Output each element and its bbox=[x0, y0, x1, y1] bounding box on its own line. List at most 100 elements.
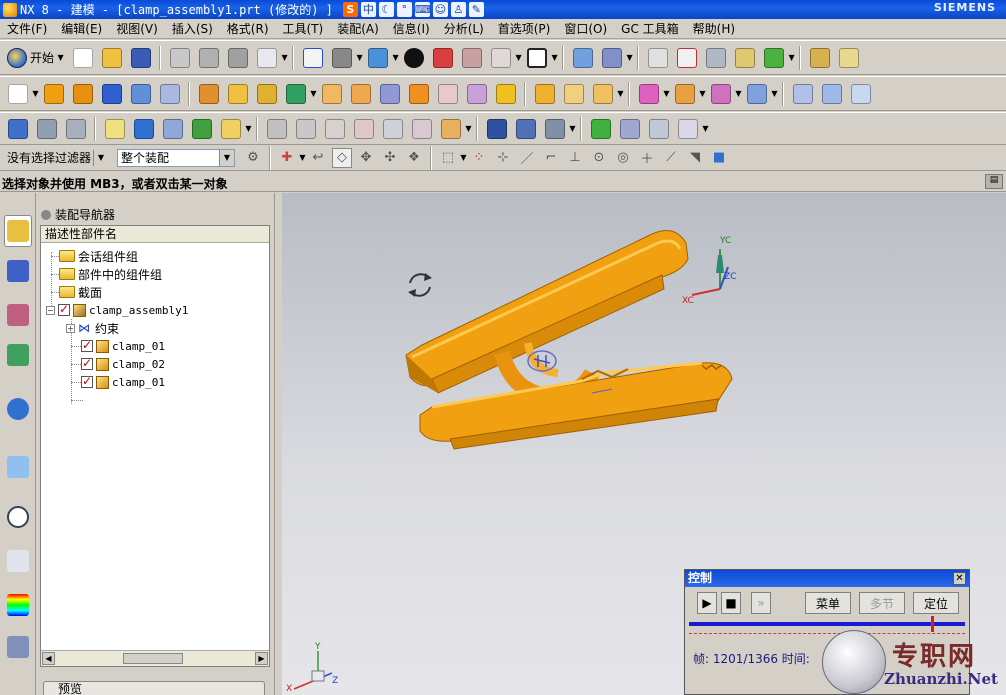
collapse-icon[interactable]: − bbox=[46, 305, 55, 315]
studio-surface-button[interactable] bbox=[847, 80, 874, 107]
pattern-button[interactable] bbox=[195, 80, 222, 107]
ruler-button[interactable] bbox=[806, 44, 833, 71]
face-select-icon[interactable]: ◇ bbox=[332, 147, 352, 168]
scroll-right-icon[interactable]: ▶ bbox=[255, 652, 268, 665]
tree-item-clamp-01-b[interactable]: clamp_01 bbox=[81, 373, 165, 391]
tree-item-clamp-01-a[interactable]: clamp_01 bbox=[81, 337, 165, 355]
surface-button[interactable] bbox=[789, 80, 816, 107]
cut-button[interactable] bbox=[166, 44, 193, 71]
ime-toolbar[interactable]: S 中 ☾ ° ⌨ ☺ ♙ ✎ bbox=[342, 2, 484, 17]
preview-section[interactable]: 预览 bbox=[43, 681, 265, 695]
menu-edit[interactable]: 编辑(E) bbox=[54, 20, 109, 37]
new-button[interactable] bbox=[69, 44, 96, 71]
render-style-button[interactable] bbox=[328, 44, 355, 71]
cue-menu-icon[interactable]: ▤ bbox=[985, 174, 1003, 189]
spring-button[interactable] bbox=[483, 115, 510, 142]
replace-component-button[interactable] bbox=[671, 80, 698, 107]
ime-user-icon[interactable]: ☺ bbox=[432, 2, 448, 17]
wcs-button[interactable] bbox=[673, 44, 700, 71]
resource-part-navigator[interactable] bbox=[4, 299, 32, 331]
sogou-ime-icon[interactable]: S bbox=[342, 2, 358, 17]
menu-analysis[interactable]: 分析(L) bbox=[437, 20, 491, 37]
thicken-button[interactable] bbox=[531, 80, 558, 107]
resource-assembly-navigator[interactable] bbox=[4, 215, 32, 247]
resource-history[interactable] bbox=[4, 451, 32, 483]
ime-tools-icon[interactable]: ✎ bbox=[468, 2, 484, 17]
datum-plane-button[interactable] bbox=[282, 80, 309, 107]
step-button[interactable]: » bbox=[751, 592, 771, 614]
tangent-icon[interactable]: ⌐ bbox=[541, 148, 561, 168]
through-curves-button[interactable] bbox=[818, 80, 845, 107]
stop-button[interactable]: ■ bbox=[721, 592, 741, 614]
gs-button[interactable] bbox=[321, 115, 348, 142]
panel-splitter[interactable] bbox=[274, 193, 282, 695]
resource-web-browser[interactable] bbox=[4, 393, 32, 425]
attribute-button[interactable] bbox=[217, 115, 244, 142]
draft-button[interactable] bbox=[405, 80, 432, 107]
shell-button[interactable] bbox=[376, 80, 403, 107]
mirror-assembly-button[interactable] bbox=[707, 80, 734, 107]
menu-preferences[interactable]: 首选项(P) bbox=[491, 20, 558, 37]
select-entire-icon[interactable]: ⚙ bbox=[243, 148, 263, 168]
gc-toolbox-button[interactable] bbox=[835, 44, 862, 71]
resource-constraint-navigator[interactable] bbox=[4, 255, 32, 287]
pin-icon[interactable] bbox=[41, 209, 51, 220]
bearing-button[interactable] bbox=[541, 115, 568, 142]
quadrant-icon[interactable]: ◎ bbox=[613, 148, 633, 168]
part-family-button[interactable] bbox=[188, 115, 215, 142]
timeline-track[interactable] bbox=[689, 622, 965, 626]
perpendicular-icon[interactable]: ⊥ bbox=[565, 148, 585, 168]
menu-gc-toolbox[interactable]: GC 工具箱 bbox=[614, 20, 686, 37]
plus-point-icon[interactable]: ＋ bbox=[637, 148, 657, 168]
menu-view[interactable]: 视图(V) bbox=[109, 20, 165, 37]
copy-button[interactable] bbox=[195, 44, 222, 71]
assembly-scope-select[interactable]: 整个装配 ▼ bbox=[117, 148, 235, 167]
surface-analysis-button[interactable] bbox=[437, 115, 464, 142]
cube-select-icon[interactable]: ■ bbox=[709, 148, 729, 168]
visibility-checkbox[interactable] bbox=[81, 356, 93, 370]
points-icon[interactable]: ⁘ bbox=[469, 148, 489, 168]
line-icon[interactable]: ／ bbox=[517, 148, 537, 168]
tree-item-session-groups[interactable]: 会话组件组 bbox=[59, 247, 138, 265]
menu-file[interactable]: 文件(F) bbox=[0, 20, 54, 37]
multi-step-button[interactable]: 多节 bbox=[859, 592, 905, 614]
resource-process-studio[interactable] bbox=[4, 545, 32, 577]
edge-blend-button[interactable] bbox=[318, 80, 345, 107]
cylinder-button[interactable] bbox=[127, 80, 154, 107]
ime-chinese-icon[interactable]: 中 bbox=[360, 2, 376, 17]
part-list-button[interactable] bbox=[616, 115, 643, 142]
extrude-button[interactable] bbox=[40, 80, 67, 107]
save-button[interactable] bbox=[127, 44, 154, 71]
select-body-icon[interactable]: ✣ bbox=[380, 148, 400, 168]
column-header-part-name[interactable]: 描述性部件名 bbox=[41, 226, 269, 243]
curve-rule-icon[interactable]: ↩ bbox=[308, 148, 328, 168]
menu-tools[interactable]: 工具(T) bbox=[276, 20, 331, 37]
sketch-button[interactable] bbox=[4, 80, 31, 107]
resource-palettes[interactable] bbox=[4, 589, 32, 621]
oh-button[interactable] bbox=[408, 115, 435, 142]
menu-insert[interactable]: 插入(S) bbox=[165, 20, 220, 37]
scroll-left-icon[interactable]: ◀ bbox=[42, 652, 55, 665]
pmi-button[interactable] bbox=[130, 115, 157, 142]
tree-item-clamp-02[interactable]: clamp_02 bbox=[81, 355, 165, 373]
spring-2-button[interactable] bbox=[512, 115, 539, 142]
ime-shirt-icon[interactable]: ♙ bbox=[450, 2, 466, 17]
menu-window[interactable]: 窗口(O) bbox=[557, 20, 614, 37]
revolve-button[interactable] bbox=[69, 80, 96, 107]
coordinate-button[interactable] bbox=[674, 115, 701, 142]
play-button[interactable] bbox=[760, 44, 787, 71]
split-body-button[interactable] bbox=[463, 80, 490, 107]
selection-filter-select[interactable]: 没有选择过滤器 ▼ bbox=[3, 148, 109, 167]
chamfer-button[interactable] bbox=[347, 80, 374, 107]
menu-help[interactable]: 帮助(H) bbox=[686, 20, 742, 37]
hole-button[interactable] bbox=[156, 80, 183, 107]
info-button[interactable] bbox=[644, 44, 671, 71]
tree-item-clamp-assembly1[interactable]: − clamp_assembly1 bbox=[46, 301, 188, 319]
table-button[interactable] bbox=[645, 115, 672, 142]
paste-button[interactable] bbox=[224, 44, 251, 71]
trim-body-button[interactable] bbox=[434, 80, 461, 107]
resource-history-clock[interactable] bbox=[4, 501, 32, 533]
tree-item-sections[interactable]: 截面 bbox=[59, 283, 102, 301]
face-point-icon[interactable]: ◥ bbox=[685, 148, 705, 168]
gh-button[interactable] bbox=[379, 115, 406, 142]
